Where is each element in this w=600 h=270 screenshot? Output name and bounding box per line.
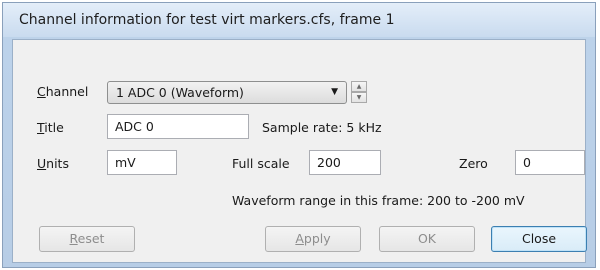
full-scale-label: Full scale [232, 156, 290, 171]
title-field[interactable]: ADC 0 [107, 114, 249, 139]
channel-spinner[interactable]: ▲ ▼ [351, 81, 367, 103]
zero-label: Zero [459, 156, 488, 171]
title-label: Title [37, 120, 64, 135]
dialog-body: Channel 1 ADC 0 (Waveform) ▼ ▲ ▼ Title A… [12, 39, 587, 263]
close-button[interactable]: Close [491, 226, 587, 252]
zero-field[interactable]: 0 [515, 150, 585, 175]
units-field[interactable]: mV [107, 150, 177, 175]
window-title: Channel information for test virt marker… [19, 12, 395, 28]
chevron-down-icon: ▼ [331, 87, 338, 97]
units-label: Units [37, 156, 69, 171]
ok-button[interactable]: OK [379, 226, 475, 252]
channel-dropdown-value: 1 ADC 0 (Waveform) [116, 85, 244, 100]
title-bar[interactable]: Channel information for test virt marker… [3, 3, 595, 37]
full-scale-field[interactable]: 200 [309, 150, 381, 175]
waveform-range-text: Waveform range in this frame: 200 to -20… [232, 193, 525, 208]
reset-button[interactable]: Reset [39, 226, 135, 252]
spin-down-icon[interactable]: ▼ [351, 92, 367, 103]
sample-rate-text: Sample rate: 5 kHz [262, 120, 382, 135]
apply-button[interactable]: Apply [265, 226, 361, 252]
spin-up-icon[interactable]: ▲ [351, 81, 367, 92]
channel-label: Channel [37, 84, 89, 99]
dialog-window: Channel information for test virt marker… [2, 2, 596, 268]
channel-dropdown[interactable]: 1 ADC 0 (Waveform) ▼ [107, 81, 347, 104]
